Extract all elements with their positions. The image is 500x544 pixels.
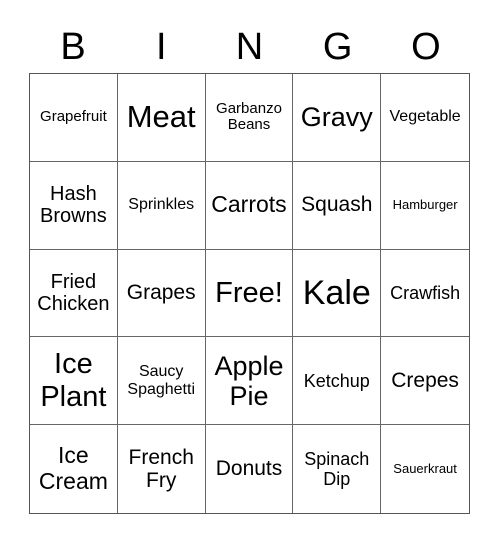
bingo-cell[interactable]: Donuts: [206, 425, 294, 513]
bingo-cell[interactable]: Grapes: [117, 249, 206, 338]
header-letter-g: G: [322, 26, 353, 68]
bingo-cell[interactable]: Garbanzo Beans: [205, 74, 294, 162]
bingo-cell[interactable]: Saucy Spaghetti: [117, 337, 206, 426]
bingo-cell[interactable]: Crawfish: [381, 250, 469, 338]
bingo-cell[interactable]: Hamburger: [381, 162, 469, 250]
bingo-grid: Grapefruit Meat Garbanzo Beans Gravy Veg…: [29, 73, 470, 514]
bingo-cell[interactable]: Carrots: [205, 161, 294, 250]
bingo-cell[interactable]: Gravy: [293, 74, 382, 162]
bingo-cell[interactable]: Sprinkles: [117, 161, 206, 250]
bingo-cell[interactable]: French Fry: [118, 425, 206, 513]
bingo-cell[interactable]: Grapefruit: [30, 74, 118, 162]
header-letter-i: I: [156, 26, 167, 68]
bingo-cell[interactable]: Ice Plant: [30, 337, 118, 426]
bingo-cell[interactable]: Apple Pie: [205, 337, 294, 426]
bingo-cell[interactable]: Hash Browns: [30, 161, 118, 250]
header-letter-b: B: [60, 26, 86, 68]
bingo-cell[interactable]: Spinach Dip: [293, 425, 382, 513]
header-letter-n: N: [235, 26, 264, 68]
bingo-cell[interactable]: Ice Cream: [30, 425, 118, 513]
bingo-cell[interactable]: Sauerkraut: [381, 425, 469, 513]
bingo-cell[interactable]: Crepes: [381, 337, 469, 426]
header-letter-o: O: [411, 26, 441, 68]
bingo-cell[interactable]: Vegetable: [381, 74, 469, 162]
bingo-header: B I N G O: [29, 22, 470, 72]
bingo-cell[interactable]: Fried Chicken: [30, 249, 118, 338]
bingo-cell[interactable]: Squash: [293, 161, 382, 250]
free-space[interactable]: Free!: [205, 249, 294, 338]
bingo-cell[interactable]: Ketchup: [293, 337, 382, 426]
bingo-cell[interactable]: Meat: [117, 74, 206, 162]
bingo-cell[interactable]: Kale: [293, 249, 382, 338]
